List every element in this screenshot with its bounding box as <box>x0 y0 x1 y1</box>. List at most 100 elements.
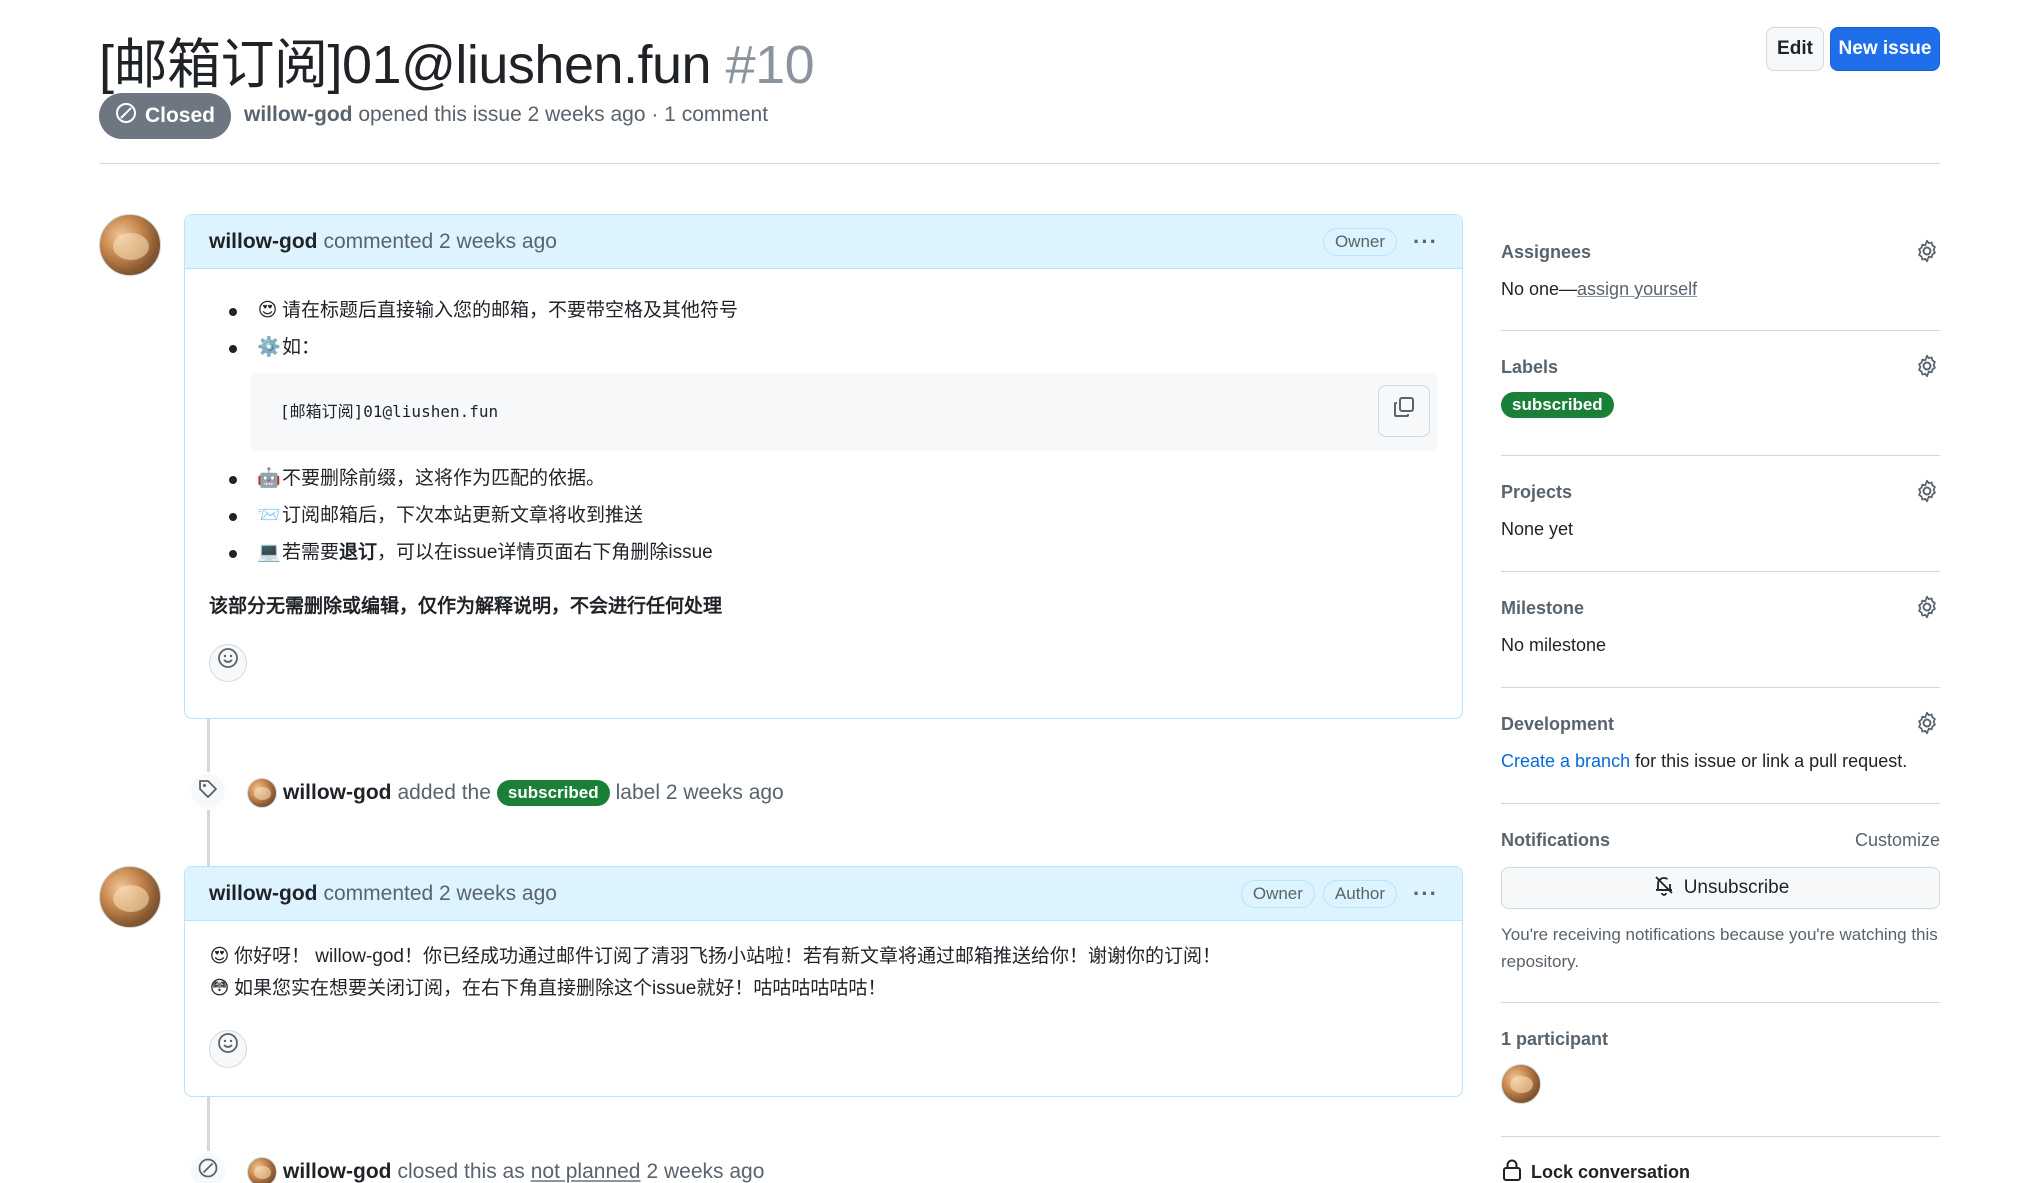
sidebar-divider <box>1501 1002 1940 1003</box>
comment-text: 如果您实在想要关闭订阅，在右下角直接删除这个issue就好！咕咕咕咕咕咕！ <box>234 978 887 1000</box>
avatar[interactable] <box>1501 1064 1541 1104</box>
event-actor[interactable]: willow-god <box>283 1160 391 1183</box>
edit-button[interactable]: Edit <box>1766 27 1824 71</box>
assign-yourself-link[interactable]: assign yourself <box>1577 279 1697 299</box>
emoji: 🤖 <box>257 468 281 490</box>
emoji: 😍 <box>209 946 230 967</box>
unsubscribe-label: Unsubscribe <box>1683 877 1790 898</box>
avatar[interactable] <box>99 214 161 276</box>
gear-icon[interactable] <box>1914 710 1940 741</box>
sidebar-milestone: Milestone No milestone <box>1501 595 1940 656</box>
event-icon <box>189 772 227 810</box>
issue-number: #10 <box>725 35 815 95</box>
gear-icon[interactable] <box>1914 594 1940 625</box>
skip-icon <box>115 102 137 130</box>
sidebar-title: Notifications <box>1501 830 1611 850</box>
issue-meta: willow-god opened this issue 2 weeks ago… <box>244 103 768 127</box>
comment-body: 😍 请在标题后直接输入您的邮箱，不要带空格及其他符号 ⚙️ 如： [邮箱订阅]01@… <box>185 269 1462 683</box>
code-text: [邮箱订阅]01@liushen.fun <box>280 402 499 422</box>
sidebar-divider <box>1501 571 1940 572</box>
timeline-line <box>207 808 210 866</box>
smiley-icon <box>217 647 239 679</box>
emoji: 😳 <box>209 978 230 1000</box>
create-branch-link[interactable]: Create a branch <box>1501 751 1630 771</box>
comment-header: willow-god commented 2 weeks ago Owner A… <box>185 867 1462 921</box>
sidebar-divider <box>1501 687 1940 688</box>
header-divider <box>99 163 1940 164</box>
sidebar-title: Development <box>1501 714 1615 734</box>
comment-note: 该部分无需删除或编辑，仅作为解释说明，不会进行任何处理 <box>209 596 723 617</box>
author-badge: Author <box>1322 879 1398 908</box>
list-item-text: ，可以在issue详情页面右下角删除issue <box>377 542 713 564</box>
sidebar-participants: 1 participant <box>1501 1029 1940 1104</box>
tag-icon <box>197 778 219 805</box>
new-issue-button[interactable]: New issue <box>1830 27 1940 71</box>
comment-author[interactable]: willow-god <box>209 882 317 906</box>
comment-text: 你好呀！ willow-god！你已经成功通过邮件订阅了清羽飞扬小站啦！若有新文… <box>234 946 1221 967</box>
list-item-bold: 退订 <box>339 542 378 564</box>
owner-badge: Owner <box>1322 227 1398 256</box>
issue-author-link[interactable]: willow-god <box>244 103 352 126</box>
bell-slash-icon <box>1652 873 1676 903</box>
comment-time[interactable]: commented 2 weeks ago <box>323 230 556 254</box>
copy-button[interactable] <box>1378 385 1430 437</box>
closed-event: willow-god closed this as not planned 2 … <box>283 1157 764 1183</box>
status-badge: Closed <box>99 93 231 139</box>
comment-author[interactable]: willow-god <box>209 230 317 254</box>
comment-time[interactable]: commented 2 weeks ago <box>323 882 556 906</box>
lock-conversation-button[interactable]: Lock conversation <box>1501 1158 1940 1183</box>
gear-icon[interactable] <box>1914 238 1940 269</box>
comment-card: willow-god commented 2 weeks ago Owner A… <box>184 866 1463 1097</box>
gear-icon[interactable] <box>1914 478 1940 509</box>
sidebar-title: Milestone <box>1501 598 1585 618</box>
sidebar-projects: Projects None yet <box>1501 479 1940 540</box>
list-item-text: 不要删除前缀，这将作为匹配的依据。 <box>282 468 606 490</box>
lock-conversation-label: Lock conversation <box>1531 1162 1691 1182</box>
more-options-icon[interactable]: ··· <box>1413 229 1438 255</box>
comment-line: 😍 你好呀！ willow-god！你已经成功通过邮件订阅了清羽飞扬小站啦！若有新… <box>209 941 1438 973</box>
sidebar-divider <box>1501 455 1940 456</box>
sidebar-value: None yet <box>1501 519 1574 539</box>
comment-body: 😍 你好呀！ willow-god！你已经成功通过邮件订阅了清羽飞扬小站啦！若有新… <box>185 921 1462 1068</box>
issue-meta-text: opened this issue 2 weeks ago · 1 commen… <box>358 103 769 126</box>
lock-icon <box>1501 1158 1523 1183</box>
smiley-icon <box>217 1032 239 1065</box>
label-subscribed[interactable]: subscribed <box>496 780 610 806</box>
add-reaction-button[interactable] <box>209 644 247 683</box>
issue-title: [邮箱订阅]01@liushen.fun #10 <box>99 20 815 99</box>
add-reaction-button[interactable] <box>209 1029 247 1068</box>
avatar[interactable] <box>247 1157 277 1183</box>
unsubscribe-button[interactable]: Unsubscribe <box>1501 867 1940 909</box>
customize-link[interactable]: Customize <box>1855 830 1940 851</box>
close-reason-link[interactable]: not planned <box>531 1160 641 1183</box>
more-options-icon[interactable]: ··· <box>1413 881 1438 907</box>
skip-icon <box>197 1157 219 1183</box>
list-item: 😍 请在标题后直接输入您的邮箱，不要带空格及其他符号 <box>209 293 1438 330</box>
gear-icon[interactable] <box>1914 353 1940 384</box>
issue-title-text: [邮箱订阅]01@liushen.fun <box>99 35 712 95</box>
timeline-line <box>207 718 210 778</box>
code-block: [邮箱订阅]01@liushen.fun <box>250 373 1438 451</box>
list-item-text: 若需要 <box>282 542 340 564</box>
comment-card: willow-god commented 2 weeks ago Owner ·… <box>184 214 1463 719</box>
owner-badge: Owner <box>1240 879 1315 908</box>
list-item: 💻 若需要 退订 ，可以在issue详情页面右下角删除issue <box>209 535 1438 572</box>
sidebar-value: No milestone <box>1501 635 1607 655</box>
sidebar-development: Development Create a branch for this iss… <box>1501 711 1940 772</box>
sidebar-assignees: Assignees No one—assign yourself <box>1501 239 1940 300</box>
event-actor[interactable]: willow-god <box>283 781 391 805</box>
list-item-text: 订阅邮箱后，下次本站更新文章将收到推送 <box>282 505 644 527</box>
sidebar-divider <box>1501 330 1940 331</box>
event-text: closed this as <box>397 1160 525 1183</box>
list-item: ⚙️ 如： <box>209 330 1438 367</box>
sidebar-value: No one—assign yourself <box>1501 279 1940 300</box>
event-text: label 2 weeks ago <box>615 781 784 804</box>
timeline-line <box>207 1096 210 1156</box>
avatar[interactable] <box>99 866 161 928</box>
avatar[interactable] <box>247 778 277 808</box>
emoji: 😍 <box>257 300 278 322</box>
comment-line: 😳 如果您实在想要关闭订阅，在右下角直接删除这个issue就好！咕咕咕咕咕咕！ <box>209 973 1438 1005</box>
label-event: willow-god added the subscribed label 2 … <box>283 778 784 808</box>
label-subscribed[interactable]: subscribed <box>1501 392 1614 418</box>
emoji: ⚙️ <box>257 337 281 359</box>
